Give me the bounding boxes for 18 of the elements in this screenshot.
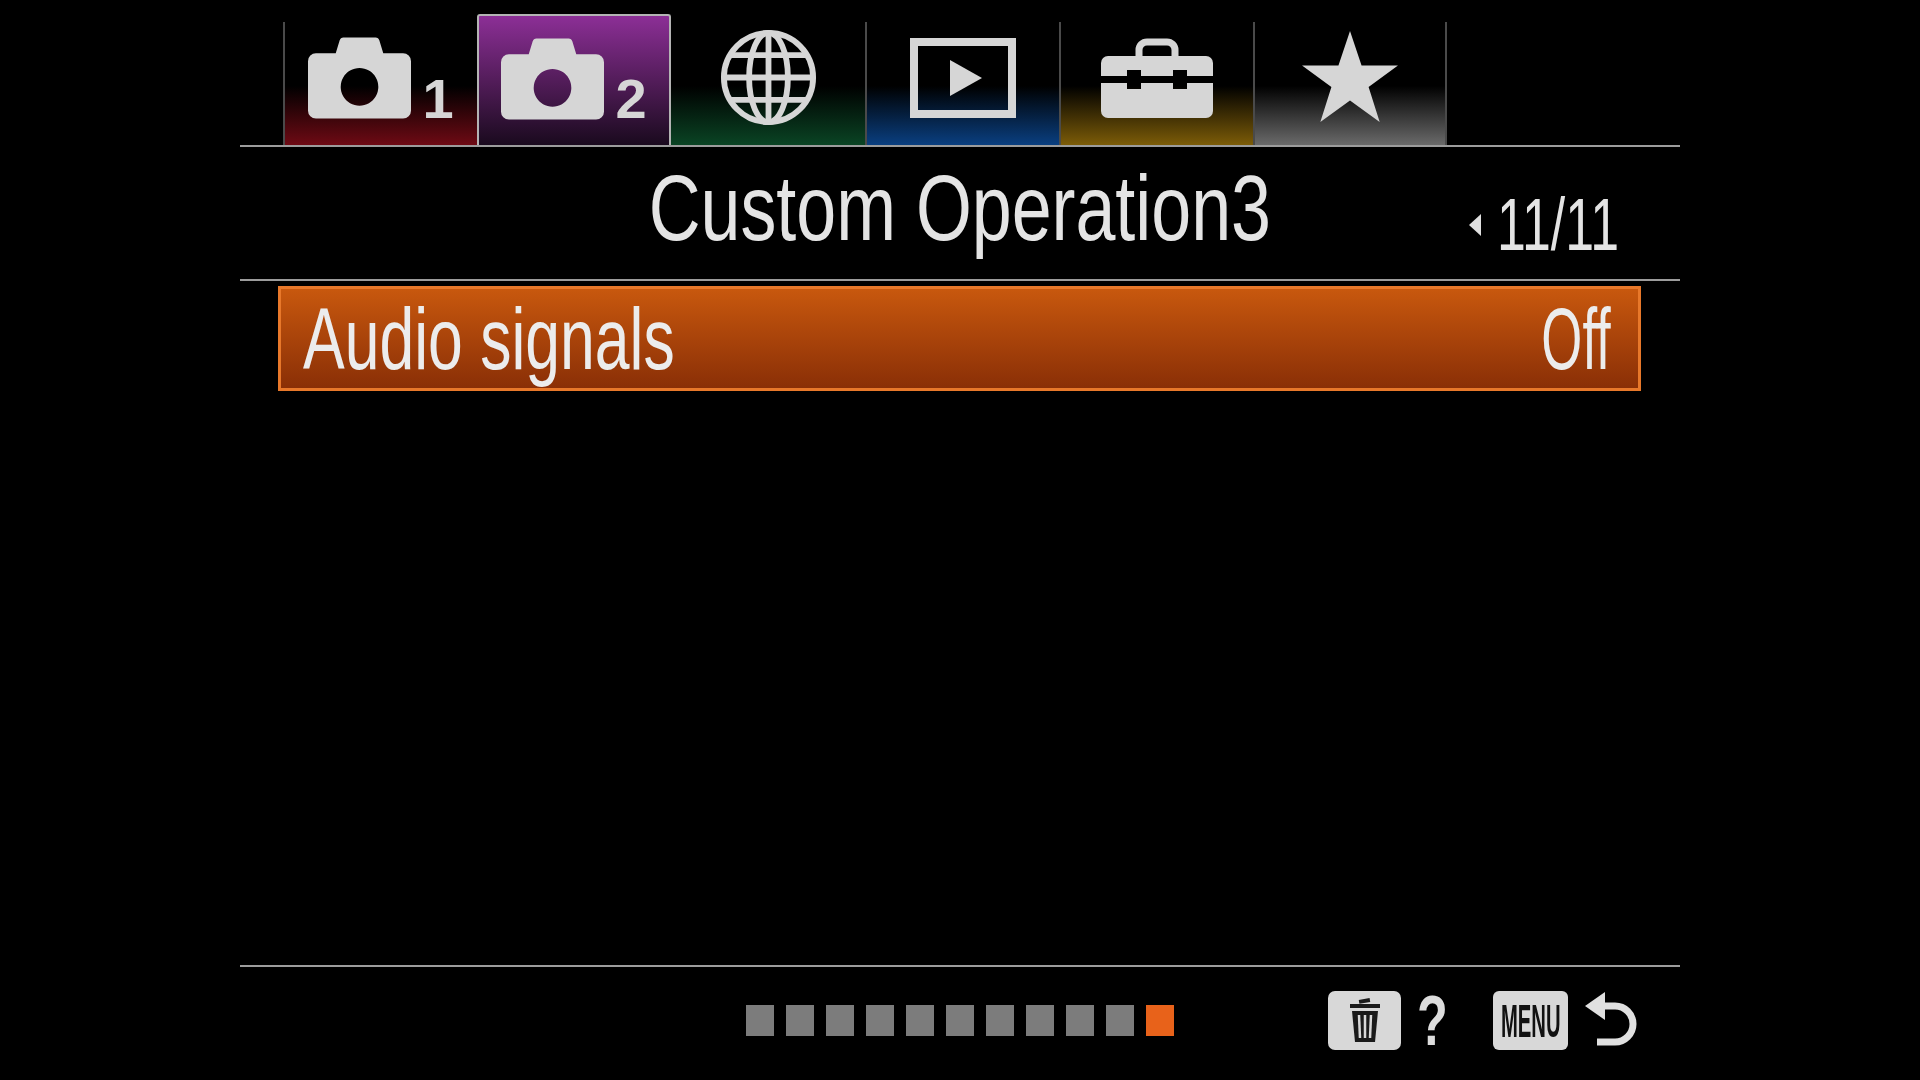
tab[interactable] xyxy=(1059,22,1253,145)
star-icon xyxy=(1301,31,1399,124)
toolbox-icon xyxy=(1101,37,1213,118)
globe-icon xyxy=(719,29,817,126)
menu-item[interactable]: Audio signals Off xyxy=(278,286,1641,391)
menu-key: MENU xyxy=(1493,991,1568,1050)
tab[interactable] xyxy=(1253,22,1447,145)
page-title: Custom Operation3 xyxy=(648,156,1272,262)
caret-left-icon xyxy=(1468,214,1481,236)
tab[interactable]: 1 xyxy=(283,22,477,145)
camera-icon xyxy=(308,36,412,119)
trash-icon xyxy=(1328,991,1402,1050)
question-mark: ? xyxy=(1417,985,1449,1056)
play-screen-icon xyxy=(910,37,1016,118)
tab[interactable] xyxy=(865,22,1059,145)
tab[interactable]: 2 xyxy=(477,14,671,145)
page-counter: 11/11 xyxy=(1496,188,1619,262)
camera-icon xyxy=(501,37,605,120)
